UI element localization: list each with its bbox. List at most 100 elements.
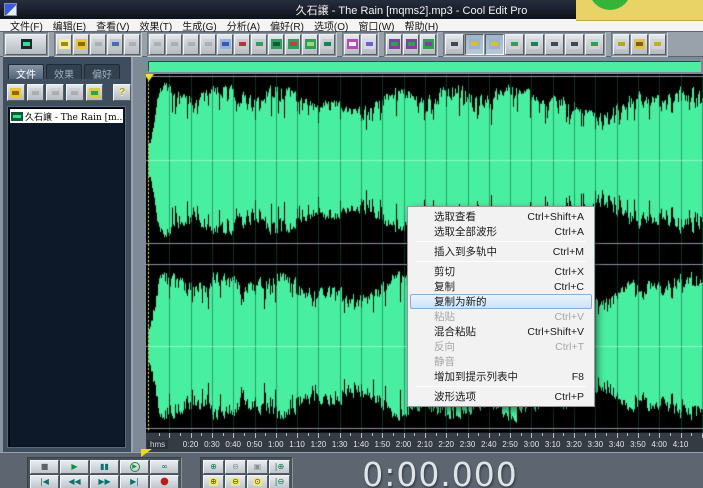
insert-cd-button[interactable] — [66, 84, 84, 101]
context-menu-item-12[interactable]: 波形选项Ctrl+P — [410, 389, 592, 404]
redo-button[interactable] — [166, 34, 182, 55]
menu-item-window[interactable]: 窗口(W) — [353, 18, 399, 33]
meters-window-icon — [569, 39, 580, 49]
timeline-tick-label: 1:20 — [311, 440, 327, 449]
zoom-out-button[interactable]: ⊖ — [225, 460, 246, 474]
menu-item-edit[interactable]: 编辑(E) — [48, 18, 91, 33]
view-start-marker-icon[interactable] — [141, 449, 152, 457]
recorder-bubble-icon[interactable] — [589, 0, 631, 10]
zoom-in-vertical-button[interactable]: ⊕ — [203, 475, 224, 488]
go-end-button[interactable]: ▶| — [120, 475, 149, 488]
trim-button[interactable] — [183, 34, 199, 55]
sort-options-button[interactable] — [86, 84, 104, 101]
help-button[interactable] — [649, 34, 666, 55]
window-zoom-button[interactable] — [525, 34, 544, 55]
window-main-button[interactable] — [445, 34, 464, 55]
menu-item-generate[interactable]: 生成(G) — [177, 18, 221, 33]
window-play-button[interactable] — [505, 34, 524, 55]
grid-group-button[interactable] — [420, 34, 436, 55]
context-menu-item-6[interactable]: 复制为新的 — [410, 294, 592, 309]
zoom-out-vertical-button[interactable]: ⊖ — [225, 475, 246, 488]
context-menu-separator — [416, 241, 586, 242]
context-menu-item-label: 反向 — [434, 339, 555, 354]
context-menu-item-1[interactable]: 选取查看Ctrl+Shift+A — [410, 209, 592, 224]
copy-icon — [220, 39, 231, 49]
play-looped-button[interactable]: ▶ — [120, 460, 149, 474]
window-organizer-button[interactable] — [465, 34, 484, 55]
pause-button[interactable]: ▮▮ — [90, 460, 119, 474]
save-button[interactable] — [90, 34, 106, 55]
grid-mix-button[interactable] — [386, 34, 402, 55]
sidebar-tab-effects[interactable]: 效果 — [46, 64, 82, 79]
menu-item-view[interactable]: 查看(V) — [91, 18, 134, 33]
undo-button[interactable] — [149, 34, 165, 55]
save-as-button[interactable] — [107, 34, 123, 55]
context-menu-item-shortcut: F8 — [572, 371, 584, 383]
file-list[interactable]: 久石譲 - The Rain [m... — [8, 107, 125, 447]
loop-button[interactable]: ∞ — [150, 460, 179, 474]
properties-button[interactable] — [200, 34, 216, 55]
find-beats-button[interactable] — [319, 34, 335, 55]
zoom-in-button[interactable]: ⊕ — [203, 460, 224, 474]
file-list-item[interactable]: 久石譲 - The Rain [m... — [10, 109, 123, 123]
timeline-ruler[interactable]: hms 0:200:300:400:501:001:101:201:301:40… — [146, 432, 703, 452]
window-meters-button[interactable] — [565, 34, 584, 55]
menu-item-options[interactable]: 选项(O) — [309, 18, 353, 33]
edit-wave-button[interactable] — [285, 34, 301, 55]
screen-recorder-overlay[interactable] — [576, 0, 703, 21]
sidebar-tab-files[interactable]: 文件 — [8, 64, 44, 79]
insert-multitrack-button[interactable] — [46, 84, 64, 101]
overview-bar[interactable] — [148, 61, 701, 72]
cut-button[interactable] — [234, 34, 250, 55]
menu-item-analyze[interactable]: 分析(A) — [222, 18, 265, 33]
multitrack-view-button[interactable] — [5, 34, 47, 55]
timeline-tick-label: 3:40 — [609, 440, 625, 449]
batch-button[interactable] — [302, 34, 318, 55]
scripts-button[interactable] — [631, 34, 648, 55]
save-copy-button[interactable] — [124, 34, 140, 55]
stop-button[interactable]: ■ — [30, 460, 59, 474]
convert-sample-button[interactable] — [268, 34, 284, 55]
window-time-button[interactable] — [545, 34, 564, 55]
close-file-button[interactable] — [27, 84, 45, 101]
context-menu-item-8[interactable]: 混合粘贴Ctrl+Shift+V — [410, 324, 592, 339]
play-button[interactable]: ▶ — [60, 460, 89, 474]
timeline-tick — [372, 433, 373, 436]
timeline-tick — [595, 433, 596, 438]
record-button[interactable]: ● — [150, 475, 179, 488]
window-status-button[interactable] — [585, 34, 604, 55]
menu-item-effects[interactable]: 效果(T) — [134, 18, 177, 33]
grid-split-button[interactable] — [403, 34, 419, 55]
open-file-button[interactable] — [7, 84, 25, 101]
sidebar-tab-favorites[interactable]: 偏好 — [84, 64, 120, 79]
menu-item-help[interactable]: 帮助(H) — [400, 18, 444, 33]
menu-item-favorites[interactable]: 偏好(R) — [265, 18, 309, 33]
help-button[interactable]: ? — [113, 84, 131, 101]
zoom-out-selection-button[interactable]: |⊖ — [269, 475, 290, 488]
frequency-icon — [364, 39, 375, 49]
zoom-wave-button[interactable]: ⊙ — [247, 475, 268, 488]
rewind-button[interactable]: ◀◀ — [60, 475, 89, 488]
grid-mix-icon — [389, 39, 400, 49]
context-menu-item-2[interactable]: 选取全部波形Ctrl+A — [410, 224, 592, 239]
go-start-button[interactable]: |◀ — [30, 475, 59, 488]
question-icon: ? — [119, 87, 125, 98]
menu-item-file[interactable]: 文件(F) — [5, 18, 48, 33]
frequency-button[interactable] — [361, 34, 377, 55]
status-window-icon — [589, 39, 600, 49]
open-file-button[interactable] — [73, 34, 89, 55]
zoom-full-button[interactable]: ▣ — [247, 460, 268, 474]
time-display[interactable]: 0:00.000 — [330, 455, 550, 488]
new-file-button[interactable] — [56, 34, 72, 55]
pencil-mode-button[interactable] — [344, 34, 360, 55]
context-menu-item-3[interactable]: 插入到多轨中Ctrl+M — [410, 244, 592, 259]
fast-forward-button[interactable]: ▶▶ — [90, 475, 119, 488]
context-menu-item-11[interactable]: 增加到提示列表中F8 — [410, 369, 592, 384]
zoom-to-selection-button[interactable]: |⊕ — [269, 460, 290, 474]
paste-button[interactable] — [251, 34, 267, 55]
context-menu-item-5[interactable]: 复制Ctrl+C — [410, 279, 592, 294]
settings-button[interactable] — [613, 34, 630, 55]
context-menu-item-4[interactable]: 剪切Ctrl+X — [410, 264, 592, 279]
window-cue-button[interactable] — [485, 34, 504, 55]
copy-button[interactable] — [217, 34, 233, 55]
